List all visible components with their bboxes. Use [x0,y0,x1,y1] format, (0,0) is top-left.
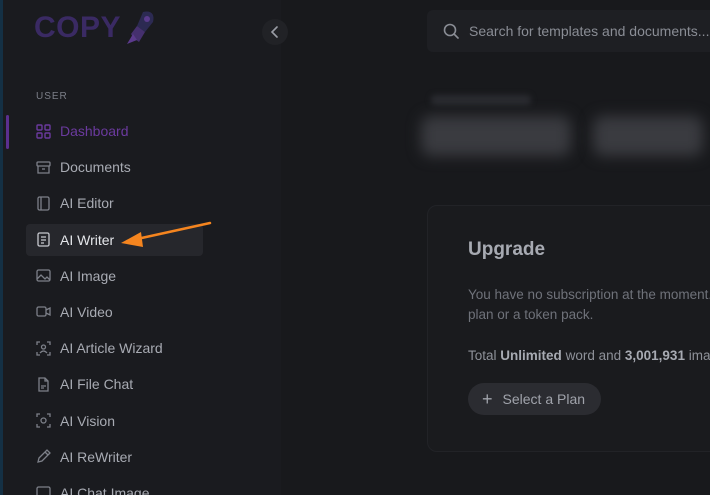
sidebar-item-documents[interactable]: Documents [26,151,203,183]
vision-icon [35,413,51,429]
active-indicator [6,115,9,149]
sidebar-item-ai-video[interactable]: AI Video [26,296,203,328]
blurred-username [421,116,571,156]
document-icon [35,232,51,248]
search-bar[interactable] [427,10,710,52]
sidebar-item-label: AI Chat Image [60,484,150,495]
sidebar-item-ai-rewriter[interactable]: AI ReWriter [26,441,203,473]
sidebar-item-label: AI Image [60,267,117,284]
plus-icon: + [482,389,493,409]
stats-suffix: image tokens left. [688,348,710,363]
rocket-icon [127,11,154,44]
annotation-arrow [121,221,212,247]
sidebar-item-label: Documents [60,159,131,176]
sidebar-item-ai-image[interactable]: AI Image [26,260,203,292]
sidebar-item-ai-vision[interactable]: AI Vision [26,405,203,437]
logo-text: COPY [34,11,122,44]
upgrade-description-line: You have no subscription at the moment. … [468,287,710,302]
search-icon [443,23,459,39]
blurred-username-2 [593,116,703,156]
sidebar-item-ai-chat-image[interactable]: AI Chat Image [26,477,203,495]
section-label-user: USER [36,91,68,102]
search-input[interactable] [467,22,710,40]
chat-image-icon [35,485,51,495]
video-icon [35,304,51,320]
dashboard-icon [35,123,51,139]
select-plan-button[interactable]: + Select a Plan [468,383,602,415]
upgrade-title: Upgrade [468,239,546,260]
file-chat-icon [35,376,51,392]
chevron-left-icon [270,26,278,38]
sidebar-item-label: AI Article Wizard [60,340,163,357]
image-icon [35,268,51,284]
stats-mid: word and [565,348,622,363]
upgrade-card: Upgrade You have no subscription at the … [427,205,710,452]
stats-prefix: Total [468,348,497,363]
sidebar-item-label: Dashboard [60,123,129,139]
blurred-greeting [431,95,531,105]
logo[interactable]: COPY [34,8,157,48]
stats-words-value: Unlimited [500,348,562,363]
upgrade-description-line: plan or a token pack. [468,307,594,322]
sidebar-menu: Dashboard Documents AI Editor AI Writer … [26,115,203,495]
sidebar-item-label: AI Editor [60,195,114,212]
archive-icon [35,159,51,175]
select-plan-label: Select a Plan [502,391,586,407]
sidebar-item-label: AI Writer [60,231,115,248]
sidebar-item-label: AI Vision [60,412,115,429]
upgrade-description: You have no subscription at the moment. … [468,285,710,325]
sidebar-item-ai-editor[interactable]: AI Editor [26,187,203,219]
main-content: Upgrade You have no subscription at the … [281,0,710,495]
sidebar-item-ai-article-wizard[interactable]: AI Article Wizard [26,332,203,364]
stats-images-value: 3,001,931 [624,348,685,363]
sidebar-item-label: AI Video [60,303,113,320]
pen-icon [35,449,51,465]
sidebar-item-ai-file-chat[interactable]: AI File Chat [26,368,203,400]
collapse-sidebar-button[interactable] [262,19,288,45]
wizard-icon [35,340,51,356]
sidebar-item-dashboard[interactable]: Dashboard [26,115,203,147]
sidebar-item-label: AI File Chat [60,376,134,393]
sidebar-item-label: AI ReWriter [60,448,133,465]
notebook-icon [35,195,51,211]
token-stats: Total Unlimited word and 3,001,931 image… [468,348,710,363]
sidebar: COPY USER Dashboard Documents AI Editor … [3,0,281,495]
